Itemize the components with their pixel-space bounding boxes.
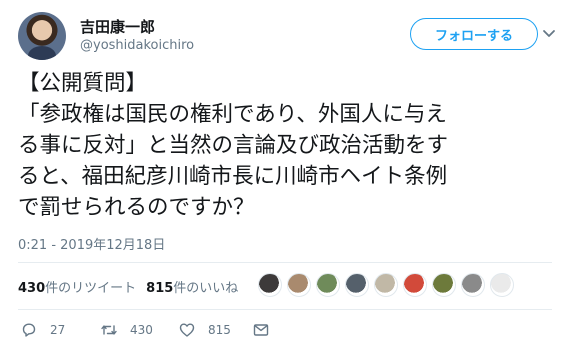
tweet-actions: 27 430 815 [20,318,280,342]
liker-avatar[interactable] [374,273,398,297]
liker-avatar[interactable] [490,273,514,297]
reply-count: 27 [50,323,66,337]
follow-button[interactable]: フォローする [410,18,538,50]
like-stat[interactable]: 815件のいいね [146,281,238,296]
liker-avatars [258,273,514,301]
user-name[interactable]: 吉田康一郎 [80,16,155,37]
liker-avatar[interactable] [287,273,311,297]
retweet-icon [101,325,117,335]
tweet-line: る事に反対」と当然の言論及び政治活動をす [18,133,449,158]
tweet-line: ると、福田紀彦川崎市長に川崎市ヘイト条例 [18,164,448,189]
reply-icon [22,323,36,337]
liker-avatar[interactable] [345,273,369,297]
retweet-action-count: 430 [130,323,153,337]
retweet-button[interactable]: 430 [100,318,153,342]
retweet-count: 430 [18,281,46,296]
chevron-down-icon[interactable] [540,24,558,42]
user-handle[interactable]: @yoshidakoichiro [80,38,194,53]
tweet-line: 「参政権は国民の権利であり、外国人に与え [18,102,447,127]
avatar[interactable] [18,12,66,60]
divider [18,309,552,310]
like-label: 件のいいね [173,281,239,296]
like-button[interactable]: 815 [178,318,231,342]
tweet-stats: 430件のリツイート 815件のいいね [18,277,238,296]
like-count: 815 [146,281,174,296]
reply-button[interactable]: 27 [20,318,65,342]
liker-avatar[interactable] [403,273,427,297]
dm-button[interactable] [252,318,270,342]
tweet-text: 【公開質問】 「参政権は国民の権利であり、外国人に与え る事に反対」と当然の言論… [18,68,558,223]
divider [18,262,552,263]
tweet-line: 【公開質問】 [18,71,148,96]
retweet-stat[interactable]: 430件のリツイート [18,281,136,296]
timestamp[interactable]: 0:21 - 2019年12月18日 [18,234,165,253]
liker-avatar[interactable] [461,273,485,297]
envelope-icon [253,324,269,336]
liker-avatar[interactable] [316,273,340,297]
retweet-label: 件のリツイート [45,281,137,296]
tweet-header: 吉田康一郎 @yoshidakoichiro フォローする [18,12,558,62]
liker-avatar[interactable] [432,273,456,297]
like-action-count: 815 [208,323,231,337]
tweet-line: で罰せられるのですか？ [18,195,255,220]
liker-avatar[interactable] [258,273,282,297]
heart-icon [179,323,195,337]
